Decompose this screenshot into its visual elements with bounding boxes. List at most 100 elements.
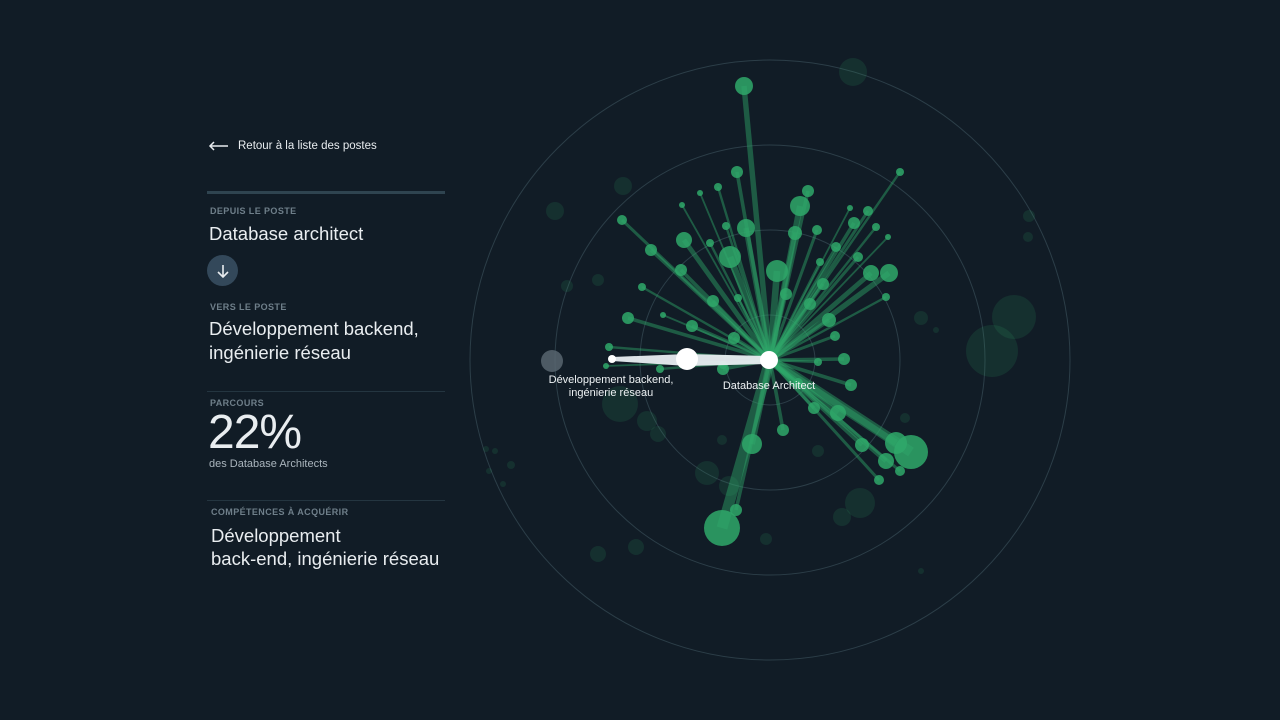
graph-node [735, 77, 753, 95]
graph-node [592, 274, 604, 286]
graph-node [804, 298, 816, 310]
graph-node [706, 239, 714, 247]
graph-node [788, 226, 802, 240]
back-link-label: Retour à la liste des postes [238, 140, 377, 152]
graph-node [650, 426, 666, 442]
graph-node [918, 568, 924, 574]
section-divider [207, 191, 445, 194]
graph-node [714, 183, 722, 191]
graph-node [933, 327, 939, 333]
to-value-line2: ingénierie réseau [209, 342, 351, 363]
divider [207, 500, 445, 501]
graph-node [686, 320, 698, 332]
graph-node [507, 461, 515, 469]
graph-node [830, 405, 846, 421]
graph-node [863, 265, 879, 281]
arrow-down-icon [216, 264, 229, 278]
graph-node [802, 185, 814, 197]
pathway-caption: des Database Architects [209, 458, 328, 470]
endpoint-node [541, 350, 563, 372]
graph-node [831, 242, 841, 252]
target-node-label-line1: Développement backend, [549, 374, 674, 386]
skills-value-line2: back-end, ingénierie réseau [211, 548, 440, 569]
graph-node [896, 168, 904, 176]
graph-node [900, 413, 910, 423]
graph-node [855, 438, 869, 452]
graph-node [622, 312, 634, 324]
graph-node [914, 311, 928, 325]
graph-node [719, 246, 741, 268]
graph-node [645, 244, 657, 256]
graph-node [590, 546, 606, 562]
from-value: Database architect [209, 223, 364, 244]
to-label: VERS LE POSTE [210, 302, 287, 312]
from-label: DEPUIS LE POSTE [210, 206, 297, 216]
graph-node [872, 223, 880, 231]
graph-node [839, 58, 867, 86]
divider [207, 391, 445, 392]
career-graph[interactable]: Database Architect Développement backend… [460, 40, 1100, 690]
graph-node [830, 331, 840, 341]
graph-node [878, 453, 894, 469]
graph-node [734, 294, 742, 302]
graph-node [731, 166, 743, 178]
graph-node [874, 475, 884, 485]
graph-node [676, 232, 692, 248]
graph-node [617, 215, 627, 225]
graph-node [847, 205, 853, 211]
source-node [760, 351, 778, 369]
graph-node [500, 481, 506, 487]
graph-node [695, 461, 719, 485]
target-small-node [608, 355, 616, 363]
graph-node [853, 252, 863, 262]
graph-node [492, 448, 498, 454]
skills-value-line1: Développement [211, 525, 341, 546]
graph-node [833, 508, 851, 526]
graph-node [966, 325, 1018, 377]
graph-node [679, 202, 685, 208]
graph-node [660, 312, 666, 318]
graph-node [808, 402, 820, 414]
graph-node [707, 295, 719, 307]
graph-node [605, 343, 613, 351]
graph-node [894, 435, 928, 469]
graph-node [730, 504, 742, 516]
arrow-left-icon [208, 141, 228, 151]
graph-node [628, 539, 644, 555]
graph-node [717, 435, 727, 445]
intermediate-node [676, 348, 698, 370]
source-node-label: Database Architect [723, 380, 815, 392]
graph-node [845, 379, 857, 391]
graph-node [777, 424, 789, 436]
graph-node [742, 434, 762, 454]
graph-node [838, 353, 850, 365]
graph-node [719, 476, 739, 496]
graph-node [1023, 232, 1033, 242]
graph-node [728, 332, 740, 344]
graph-node [848, 217, 860, 229]
graph-node [863, 206, 873, 216]
graph-node [656, 365, 664, 373]
graph-node [722, 222, 730, 230]
graph-node [812, 225, 822, 235]
target-node-label-line2: ingénierie réseau [569, 387, 653, 399]
graph-node [822, 313, 836, 327]
graph-node [546, 202, 564, 220]
graph-node [766, 260, 788, 282]
graph-node [561, 280, 573, 292]
back-to-list-link[interactable]: Retour à la liste des postes [208, 140, 377, 152]
graph-node [603, 363, 609, 369]
graph-node [760, 533, 772, 545]
graph-node [814, 358, 822, 366]
graph-node [1023, 210, 1035, 222]
graph-node [675, 264, 687, 276]
to-value-line1: Développement backend, [209, 318, 419, 339]
graph-node [697, 190, 703, 196]
graph-node [486, 468, 492, 474]
graph-node [882, 293, 890, 301]
graph-node [638, 283, 646, 291]
graph-node [780, 288, 792, 300]
swap-direction-button[interactable] [207, 255, 238, 286]
skills-label: COMPÉTENCES À ACQUÉRIR [211, 507, 349, 517]
graph-node [614, 177, 632, 195]
